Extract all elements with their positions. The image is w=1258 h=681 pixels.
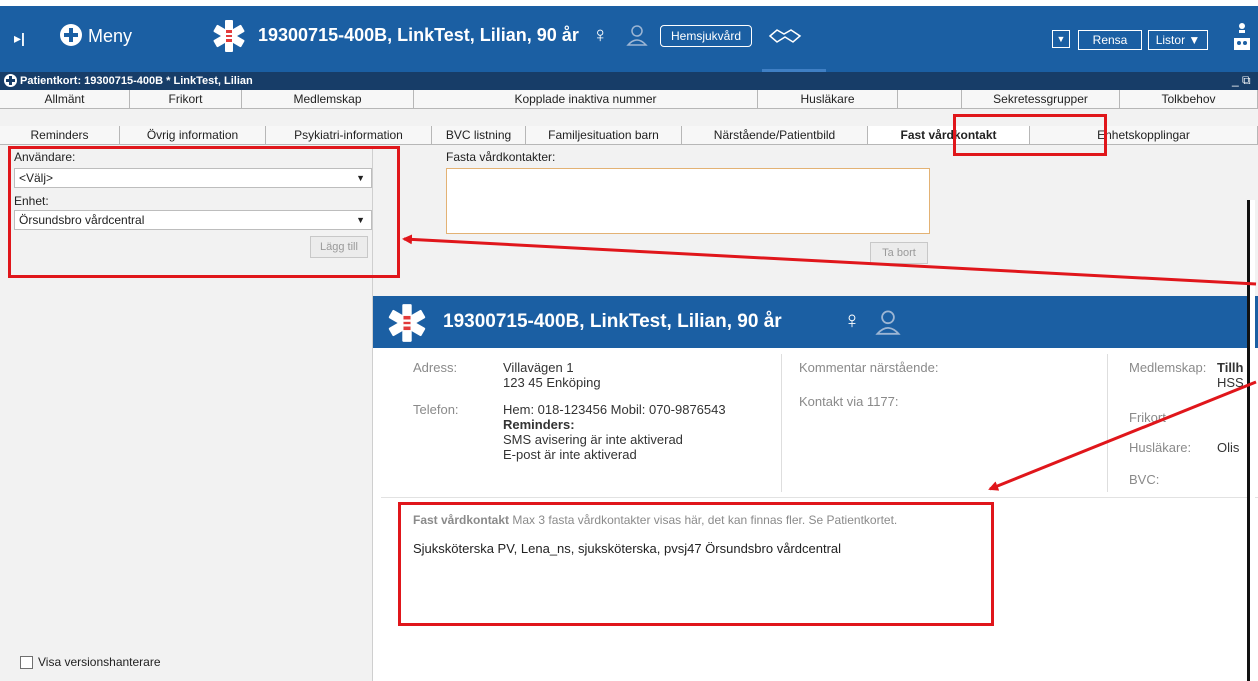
annotation-arrows bbox=[402, 234, 1257, 491]
arrow-to-form bbox=[402, 234, 1257, 286]
arrow-to-inset bbox=[988, 380, 1257, 491]
screenshot-stage: ▸| Meny 19300715-400B, LinkTest, Lilian,… bbox=[0, 0, 1258, 681]
